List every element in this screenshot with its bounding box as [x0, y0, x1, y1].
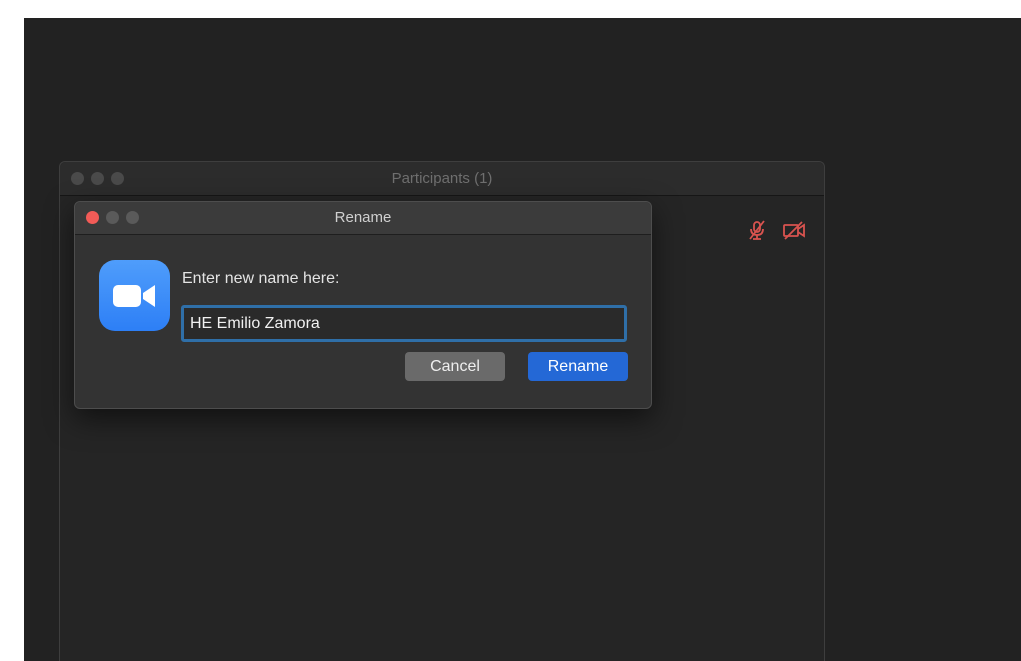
rename-button[interactable]: Rename [528, 352, 628, 381]
rename-dialog-title: Rename [334, 209, 392, 226]
participants-titlebar: Participants (1) [60, 162, 824, 196]
rename-titlebar: Rename [75, 202, 651, 235]
participants-window-title: Participants (1) [391, 170, 493, 187]
rename-prompt-label: Enter new name here: [182, 270, 340, 287]
muted-microphone-icon[interactable] [746, 219, 768, 241]
new-name-input[interactable] [181, 305, 627, 342]
video-off-icon[interactable] [782, 219, 806, 241]
rename-dialog: Rename Enter new name here: Cancel Renam… [74, 201, 652, 409]
participant-status-icons [746, 219, 806, 241]
cancel-button[interactable]: Cancel [405, 352, 505, 381]
zoom-camera-icon [99, 260, 170, 331]
